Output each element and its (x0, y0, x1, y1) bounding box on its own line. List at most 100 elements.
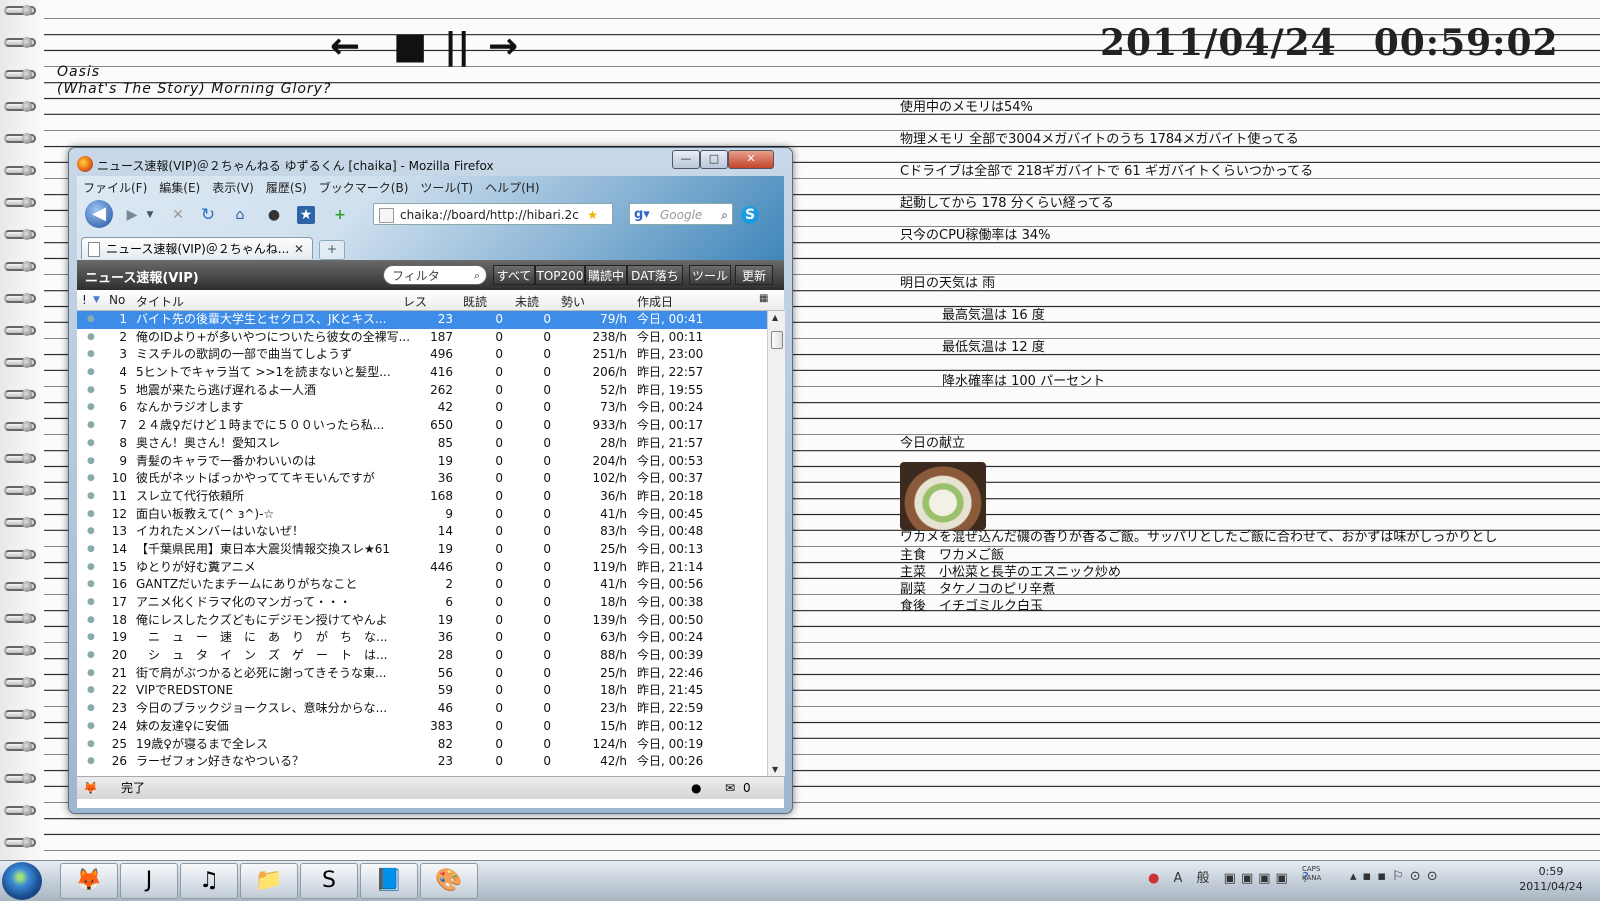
forward-icon[interactable]: ▶ (123, 206, 141, 224)
vertical-scrollbar[interactable]: ▲ ▼ (767, 311, 785, 776)
thread-momentum: 102/h (592, 471, 627, 486)
taskbar-paint-icon[interactable]: 🎨 (420, 863, 478, 899)
thread-row[interactable]: ● 15 ゆとりが好む糞アニメ 446 0 0 119/h 昨日, 21:14 (77, 559, 767, 577)
filter-input[interactable]: フィルタ ⌕ (383, 265, 487, 285)
top200-button[interactable]: TOP200 (535, 265, 585, 285)
col-read[interactable]: 既読 (463, 293, 487, 310)
next-track-button[interactable]: → (488, 26, 518, 67)
menu-item[interactable]: 表示(V) (212, 181, 254, 195)
col-date[interactable]: 作成日 (637, 293, 673, 310)
mail-icon[interactable]: ✉ (725, 777, 735, 799)
back-button[interactable]: ◀ (85, 200, 113, 228)
url-bar[interactable]: chaika://board/http://hibari.2c ★ (373, 203, 613, 225)
prev-track-button[interactable]: ← (330, 26, 360, 67)
thread-row[interactable]: ● 21 街で肩がぶつかると必死に謝ってきそうな東... 56 0 0 25/h 昨日, 22… (77, 665, 767, 683)
col-no[interactable]: No (109, 293, 125, 307)
thread-row[interactable]: ● 22 VIPでREDSTONE 59 0 0 18/h 昨日, 21:45 (77, 682, 767, 700)
scroll-up-icon[interactable]: ▲ (772, 313, 778, 322)
thread-row[interactable]: ● 3 ミスチルの歌詞の一部で曲当てしようず 496 0 0 251/h 昨日, 23:00 (77, 346, 767, 364)
menu-item[interactable]: 履歴(S) (266, 181, 307, 195)
tab-close-icon[interactable]: ✕ (294, 238, 304, 260)
menu-item[interactable]: ヘルプ(H) (485, 181, 539, 195)
thread-no: 7 (119, 418, 127, 433)
thread-row[interactable]: ● 2 俺のIDより+が多いやつについたら彼女の全裸写... 187 0 0 238/h 今日… (77, 329, 767, 347)
tray-icons-right[interactable]: ▴▪▪⚐⊙⊙ (1350, 869, 1444, 884)
refresh-button[interactable]: 更新 (735, 265, 773, 285)
bookmark-star-icon[interactable]: ★ (587, 204, 598, 224)
taskbar-clock[interactable]: 0:59 2011/04/24 (1508, 864, 1594, 894)
thread-row[interactable]: ● 11 スレ立て代行依頼所 168 0 0 36/h 昨日, 20:18 (77, 488, 767, 506)
thread-title: GANTZだいたまチームにありがちなこと (136, 577, 358, 592)
thread-row[interactable]: ● 13 イカれたメンバーはいないぜ！ 14 0 0 83/h 今日, 00:48 (77, 523, 767, 541)
col-flag[interactable]: ! (82, 293, 87, 307)
thread-no: 15 (111, 559, 127, 574)
scroll-thumb[interactable] (771, 331, 783, 349)
stop-button[interactable]: ■ (393, 26, 427, 67)
minimize-button[interactable]: — (672, 150, 700, 169)
thread-row[interactable]: ● 23 今日のブラックジョークスレ、意味分からな... 46 0 0 23/h 昨日, 22… (77, 700, 767, 718)
dat-button[interactable]: DAT落ち (627, 265, 683, 285)
thread-row[interactable]: ● 24 妹の友達♀に安価 383 0 0 15/h 昨日, 00:12 (77, 718, 767, 736)
thread-row[interactable]: ● 17 アニメ化くドラマ化のマンガって・・・ 6 0 0 18/h 今日, 00:38 (77, 594, 767, 612)
stop-icon[interactable]: ✕ (169, 206, 187, 224)
thread-row[interactable]: ● 18 俺にレスしたクズどもにデジモン授けてやんよ 19 0 0 139/h 今日, 00:… (77, 612, 767, 630)
thread-row[interactable]: ● 20 シ ュ タ イ ン ズ ゲ ー ト は... 28 0 0 88/h 今日, 00… (77, 647, 767, 665)
menu-item[interactable]: ブックマーク(B) (319, 181, 409, 195)
thread-row[interactable]: ● 25 19歳♀が寝るまで全レス 82 0 0 124/h 今日, 00:19 (77, 736, 767, 754)
thread-row[interactable]: ● 1 バイト先の後輩大学生とセクロス、JKとキス... 23 0 0 79/h 今日, 00… (77, 311, 767, 329)
tray-security-icon[interactable]: ● (1148, 871, 1164, 886)
new-tab-button[interactable]: + (319, 240, 345, 260)
start-button[interactable] (2, 862, 42, 900)
col-title[interactable]: タイトル (136, 293, 184, 310)
search-icon[interactable]: ⌕ (721, 204, 728, 226)
skype-toolbar-icon[interactable]: S (741, 206, 759, 224)
col-unread[interactable]: 未読 (515, 293, 539, 310)
thread-row[interactable]: ● 4 5ヒントでキャラ当て >>1を読まないと髪型... 416 0 0 206/h 昨日,… (77, 364, 767, 382)
thread-row[interactable]: ● 19 ニ ュ ー 速 に あ り が ち な... 36 0 0 63/h 今日, 00… (77, 629, 767, 647)
col-res[interactable]: レス (403, 293, 427, 310)
col-momentum[interactable]: 勢い (561, 293, 585, 310)
tab-board[interactable]: ニュース速報(VIP)＠２ちゃんね... ✕ (81, 237, 313, 259)
close-button[interactable]: ✕ (728, 150, 774, 169)
binder-ring (4, 517, 36, 528)
thread-row[interactable]: ● 5 地震が来たら逃げ遅れるよ一人酒 262 0 0 52/h 昨日, 19:55 (77, 382, 767, 400)
tray-icons[interactable]: ▣▣▣▣ (1224, 871, 1293, 886)
taskbar-firefox-icon[interactable]: 🦊 (60, 863, 118, 899)
taskbar-notepad-icon[interactable]: 📘 (360, 863, 418, 899)
taskbar-folder-icon[interactable]: 📁 (240, 863, 298, 899)
all-button[interactable]: すべて (493, 265, 535, 285)
thread-date: 昨日, 22:46 (637, 665, 704, 680)
history-dropdown-icon[interactable]: ▼ (141, 206, 159, 224)
chaika-icon[interactable]: ● (265, 206, 283, 224)
thread-row[interactable]: ● 6 なんかラジオします 42 0 0 73/h 今日, 00:24 (77, 399, 767, 417)
taskbar-itunes-icon[interactable]: ♫ (180, 863, 238, 899)
thread-row[interactable]: ● 7 ２４歳♀だけど１時までに５００いったら私... 650 0 0 933/h 今日, 0… (77, 417, 767, 435)
tools-button[interactable]: ツール (689, 265, 731, 285)
menu-item[interactable]: ファイル(F) (83, 181, 147, 195)
pause-button[interactable]: || (444, 26, 470, 67)
bookmark-icon[interactable]: ★ (297, 206, 315, 224)
thread-row[interactable]: ● 26 ラーゼフォン好きなやついる？ 23 0 0 42/h 今日, 00:26 (77, 753, 767, 771)
maximize-button[interactable]: □ (700, 150, 728, 169)
status-firefox-icon[interactable]: ● (691, 777, 701, 799)
taskbar-skype-icon[interactable]: S (300, 863, 358, 899)
thread-row[interactable]: ● 16 GANTZだいたまチームにありがちなこと 2 0 0 41/h 今日, 00:56 (77, 576, 767, 594)
taskbar-jane-icon[interactable]: J (120, 863, 178, 899)
ime-indicator[interactable]: A 般 (1173, 871, 1214, 886)
reload-icon[interactable]: ↻ (199, 206, 217, 224)
search-input[interactable]: g▾ Google ⌕ (629, 203, 733, 225)
thread-row[interactable]: ● 10 彼氏がネットばっかやっててキモいんですが 36 0 0 102/h 今日, 00:3… (77, 470, 767, 488)
subscribed-button[interactable]: 購読中 (585, 265, 627, 285)
menu-item[interactable]: ツール(T) (420, 181, 473, 195)
thread-row[interactable]: ● 8 奥さん！奥さん！愛知スレ 85 0 0 28/h 昨日, 21:57 (77, 435, 767, 453)
menu-item[interactable]: 編集(E) (159, 181, 200, 195)
thread-row[interactable]: ● 14 【千葉県民用】東日本大震災情報交換スレ★61 19 0 0 25/h 今日, 00:… (77, 541, 767, 559)
thread-res: 187 (430, 329, 453, 344)
thread-row[interactable]: ● 9 青髪のキャラで一番かわいいのは 19 0 0 204/h 今日, 00:53 (77, 453, 767, 471)
home-icon[interactable]: ⌂ (231, 206, 249, 224)
thread-unread: 0 (543, 577, 551, 592)
thread-row[interactable]: ● 12 面白い板教えて(^ з^)-☆ 9 0 0 41/h 今日, 00:45 (77, 506, 767, 524)
column-picker-icon[interactable]: ▦ (759, 293, 768, 304)
scroll-down-icon[interactable]: ▼ (772, 765, 778, 774)
add-icon[interactable]: + (331, 206, 349, 224)
